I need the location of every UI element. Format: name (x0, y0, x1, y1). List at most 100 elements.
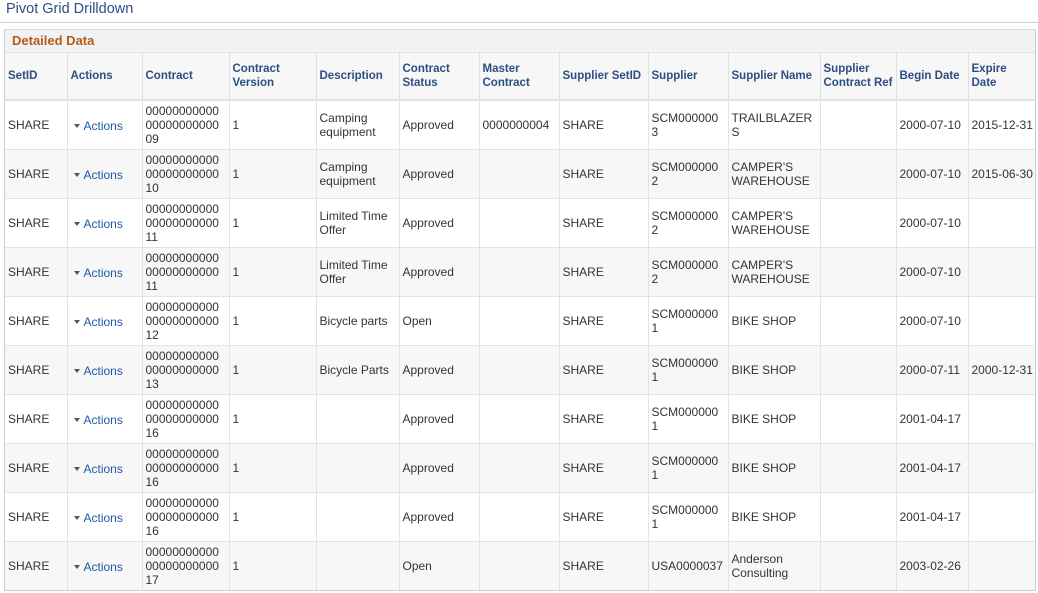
cell-master-contract (479, 394, 560, 444)
cell-contract-version: 1 (229, 100, 317, 150)
cell-setid: SHARE (5, 100, 68, 150)
cell-begin-date: 2000-07-11 (896, 345, 969, 395)
actions-menu-link[interactable]: Actions (71, 511, 123, 525)
column-header-description[interactable]: Description (316, 53, 400, 101)
table-row: SHARE Actions 000000000000000000000011 1… (5, 198, 1035, 248)
caret-down-icon (73, 418, 80, 422)
cell-contract-status: Open (399, 296, 480, 346)
cell-description: Limited Time Offer (316, 198, 400, 248)
column-header-begin-date[interactable]: Begin Date (896, 53, 969, 101)
cell-supplier-setid: SHARE (559, 296, 649, 346)
cell-supplier-name: BIKE SHOP (728, 492, 821, 542)
cell-contract-version: 1 (229, 296, 317, 346)
cell-contract-version: 1 (229, 345, 317, 395)
actions-menu-link[interactable]: Actions (71, 266, 123, 280)
caret-down-icon (73, 369, 80, 373)
cell-contract-version: 1 (229, 247, 317, 297)
actions-label: Actions (83, 364, 123, 378)
cell-setid: SHARE (5, 296, 68, 346)
cell-supplier-setid: SHARE (559, 198, 649, 248)
table-row: SHARE Actions 000000000000000000000013 1… (5, 345, 1035, 395)
cell-supplier-setid: SHARE (559, 541, 649, 590)
cell-supplier-contract-ref (820, 100, 897, 150)
cell-supplier: SCM0000002 (648, 149, 729, 199)
cell-actions: Actions (67, 492, 143, 542)
cell-description: Bicycle Parts (316, 345, 400, 395)
cell-expire-date (968, 247, 1035, 297)
column-header-supplier-setid[interactable]: Supplier SetID (559, 53, 649, 101)
cell-supplier-name: BIKE SHOP (728, 394, 821, 444)
actions-menu-link[interactable]: Actions (71, 168, 123, 182)
column-header-setid[interactable]: SetID (5, 53, 68, 101)
cell-supplier-name: BIKE SHOP (728, 345, 821, 395)
cell-begin-date: 2000-07-10 (896, 247, 969, 297)
cell-begin-date: 2001-04-17 (896, 492, 969, 542)
cell-master-contract (479, 149, 560, 199)
cell-contract: 000000000000000000000011 (142, 247, 230, 297)
cell-contract-status: Approved (399, 149, 480, 199)
cell-setid: SHARE (5, 345, 68, 395)
cell-contract-status: Approved (399, 443, 480, 493)
cell-master-contract (479, 345, 560, 395)
cell-contract-status: Approved (399, 247, 480, 297)
cell-supplier-name: BIKE SHOP (728, 443, 821, 493)
table-row: SHARE Actions 000000000000000000000016 1… (5, 443, 1035, 493)
cell-description: Camping equipment (316, 149, 400, 199)
cell-actions: Actions (67, 100, 143, 150)
column-header-contract[interactable]: Contract (142, 53, 230, 101)
cell-contract: 000000000000000000000016 (142, 443, 230, 493)
cell-contract-status: Approved (399, 492, 480, 542)
cell-supplier-setid: SHARE (559, 247, 649, 297)
cell-setid: SHARE (5, 443, 68, 493)
cell-contract: 000000000000000000000016 (142, 394, 230, 444)
cell-supplier-name: Anderson Consulting (728, 541, 821, 590)
column-header-contract-version[interactable]: Contract Version (229, 53, 317, 101)
actions-label: Actions (83, 511, 123, 525)
column-header-supplier-contract-ref[interactable]: Supplier Contract Ref (820, 53, 897, 101)
actions-menu-link[interactable]: Actions (71, 364, 123, 378)
table-row: SHARE Actions 000000000000000000000016 1… (5, 492, 1035, 542)
cell-master-contract (479, 541, 560, 590)
cell-supplier-setid: SHARE (559, 100, 649, 150)
cell-actions: Actions (67, 149, 143, 199)
actions-menu-link[interactable]: Actions (71, 217, 123, 231)
column-header-contract-status[interactable]: Contract Status (399, 53, 480, 101)
column-header-master-contract[interactable]: Master Contract (479, 53, 560, 101)
cell-description: Camping equipment (316, 100, 400, 150)
actions-menu-link[interactable]: Actions (71, 315, 123, 329)
cell-supplier: SCM0000003 (648, 100, 729, 150)
caret-down-icon (73, 271, 80, 275)
column-header-supplier[interactable]: Supplier (648, 53, 729, 101)
actions-menu-link[interactable]: Actions (71, 413, 123, 427)
cell-supplier: SCM0000001 (648, 296, 729, 346)
cell-setid: SHARE (5, 541, 68, 590)
column-header-expire-date[interactable]: Expire Date (968, 53, 1035, 101)
actions-label: Actions (83, 413, 123, 427)
actions-menu-link[interactable]: Actions (71, 119, 123, 133)
cell-contract-version: 1 (229, 149, 317, 199)
cell-supplier-contract-ref (820, 394, 897, 444)
actions-label: Actions (83, 119, 123, 133)
cell-supplier-setid: SHARE (559, 149, 649, 199)
caret-down-icon (73, 320, 80, 324)
cell-supplier-contract-ref (820, 345, 897, 395)
cell-actions: Actions (67, 443, 143, 493)
cell-setid: SHARE (5, 394, 68, 444)
cell-master-contract (479, 247, 560, 297)
cell-supplier-contract-ref (820, 149, 897, 199)
cell-master-contract (479, 296, 560, 346)
cell-contract-version: 1 (229, 443, 317, 493)
cell-supplier-contract-ref (820, 443, 897, 493)
cell-expire-date (968, 394, 1035, 444)
cell-expire-date (968, 296, 1035, 346)
cell-description (316, 541, 400, 590)
cell-setid: SHARE (5, 198, 68, 248)
table-row: SHARE Actions 000000000000000000000016 1… (5, 394, 1035, 444)
column-header-supplier-name[interactable]: Supplier Name (728, 53, 821, 101)
actions-menu-link[interactable]: Actions (71, 462, 123, 476)
actions-label: Actions (83, 462, 123, 476)
cell-supplier: SCM0000001 (648, 443, 729, 493)
actions-menu-link[interactable]: Actions (71, 560, 123, 574)
cell-description: Limited Time Offer (316, 247, 400, 297)
column-header-actions[interactable]: Actions (67, 53, 143, 101)
